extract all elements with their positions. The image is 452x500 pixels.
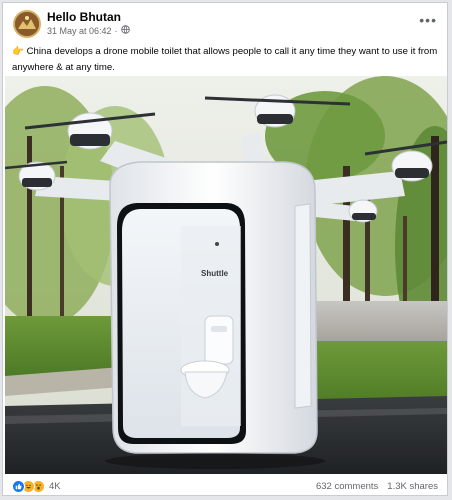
post-photo[interactable]: Shuttle (5, 76, 447, 474)
pointing-hand-icon: 👉 (12, 46, 24, 57)
meta-separator: · (114, 25, 118, 36)
comments-count[interactable]: 632 comments (316, 481, 378, 492)
shares-count[interactable]: 1.3K shares (387, 481, 438, 492)
like-reaction-icon (12, 479, 25, 493)
post-timestamp[interactable]: 31 May at 06:42 (47, 26, 112, 36)
page-avatar[interactable] (13, 10, 41, 38)
more-options-icon[interactable]: ••• (419, 13, 437, 27)
post-caption: 👉 China develops a drone mobile toilet t… (12, 44, 442, 76)
page-name[interactable]: Hello Bhutan (47, 10, 121, 24)
lawn-right (305, 341, 447, 406)
facebook-post: Hello Bhutan 31 May at 06:42 · ••• 👉 Chi… (2, 2, 448, 496)
globe-icon (120, 25, 130, 36)
booth-reflection (105, 453, 325, 469)
booth-brand-label: Shuttle (201, 269, 229, 278)
reactions-summary[interactable]: 4K (12, 479, 61, 493)
reaction-count: 4K (49, 480, 61, 492)
post-meta: 31 May at 06:42 · (47, 25, 130, 36)
engagement-stats: 632 comments 1.3K shares (316, 481, 438, 492)
post-footer: 4K 632 comments 1.3K shares (3, 476, 447, 496)
caption-text: China develops a drone mobile toilet tha… (12, 46, 438, 73)
